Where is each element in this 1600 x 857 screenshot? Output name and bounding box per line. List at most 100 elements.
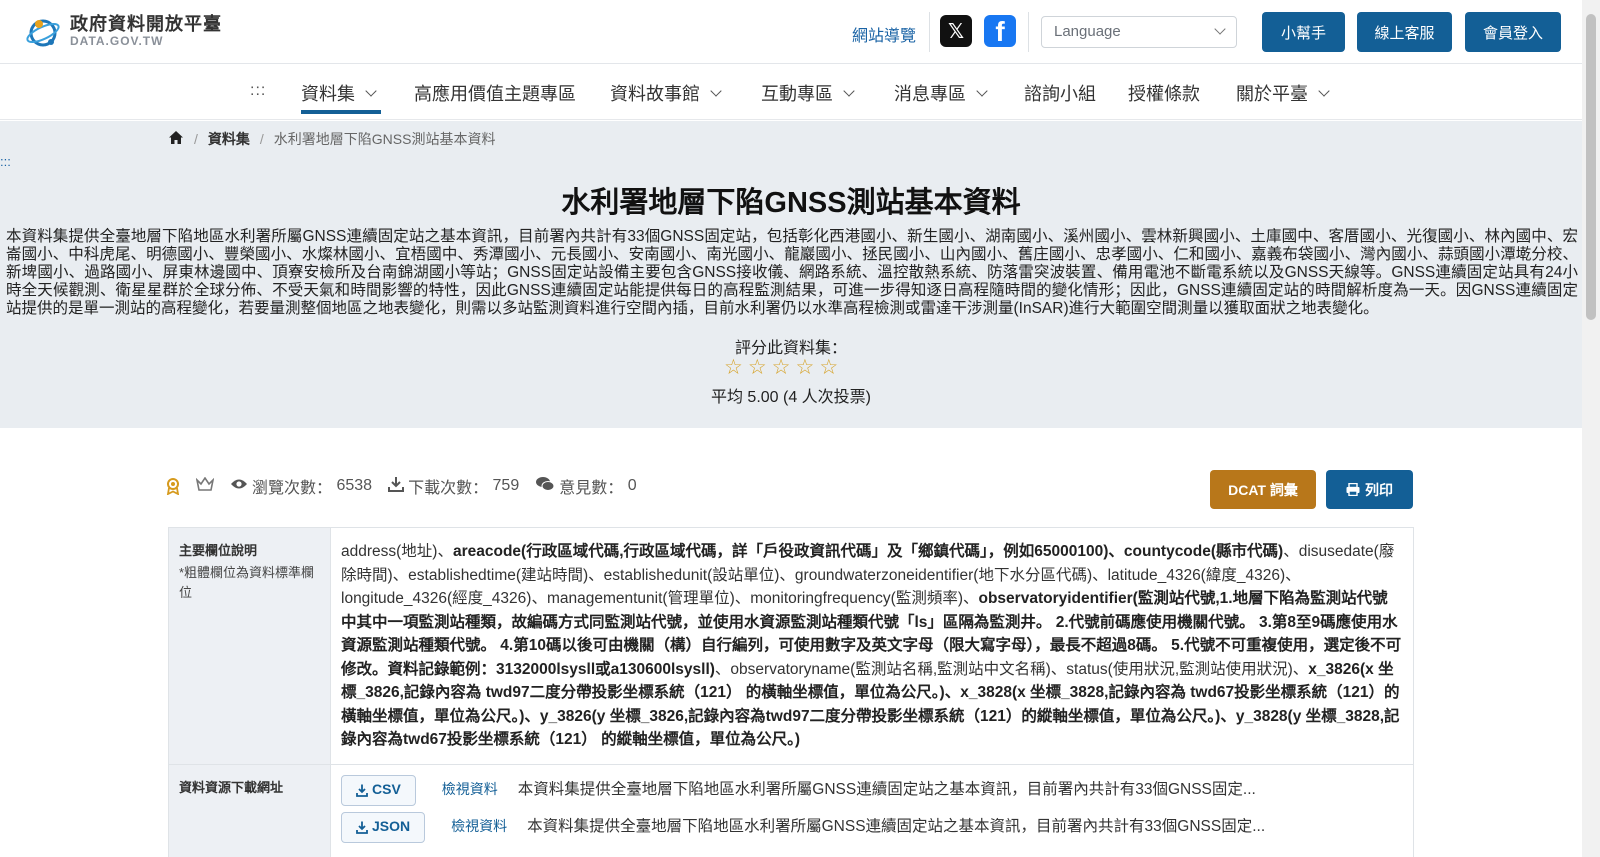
- fields-header: 主要欄位說明: [179, 543, 258, 558]
- breadcrumb-datasets[interactable]: 資料集: [208, 129, 250, 149]
- fields-content: address(地址)、areacode(行政區域代碼,行政區域代碼，詳「戶役政…: [331, 528, 1413, 764]
- content-accesskey[interactable]: :::: [0, 154, 11, 169]
- rating-stars[interactable]: ☆ ☆ ☆ ☆ ☆: [724, 356, 838, 380]
- rate-label: 評分此資料集：: [734, 340, 847, 357]
- rating-star-icon[interactable]: ☆: [748, 356, 767, 380]
- rating-average: 平均 5.00 (4 人次投票): [710, 389, 872, 406]
- dataset-hero: / 資料集 / 水利署地層下陷GNSS測站基本資料 ::: 水利署地層下陷GNS…: [0, 121, 1582, 428]
- download-icon: [388, 476, 405, 497]
- language-select[interactable]: Language: [1041, 16, 1237, 48]
- chevron-down-icon: [1318, 84, 1330, 97]
- member-login-button[interactable]: 會員登入: [1465, 12, 1561, 52]
- nav-item-high-value[interactable]: 高應用價值主題專區: [414, 80, 576, 106]
- list-item: JSON 檢視資料 本資料集提供全臺地層下陷地區水利署所屬GNSS連續固定站之基…: [341, 811, 1403, 843]
- dataset-stats: 瀏覽次數： 6538 下載次數： 759 意見數： 0: [166, 474, 653, 498]
- view-data-link[interactable]: 檢視資料: [451, 815, 507, 839]
- download-count-value: 759: [492, 477, 520, 494]
- nav-item-datasets[interactable]: 資料集: [301, 80, 377, 106]
- download-list: CSV 檢視資料 本資料集提供全臺地層下陷地區水利署所屬GNSS連續固定站之基本…: [331, 765, 1413, 857]
- nav-label: 高應用價值主題專區: [414, 84, 576, 104]
- view-count-value: 6538: [336, 477, 373, 494]
- comment-count: 意見數： 0: [535, 474, 637, 498]
- eye-icon: [230, 477, 248, 495]
- download-csv-button[interactable]: CSV: [341, 774, 416, 806]
- breadcrumb: / 資料集 / 水利署地層下陷GNSS測站基本資料: [168, 129, 495, 149]
- chevron-down-icon: [710, 84, 722, 97]
- file-format-label: CSV: [372, 781, 401, 798]
- facebook-icon[interactable]: f: [984, 15, 1016, 47]
- scrollbar-thumb[interactable]: [1586, 14, 1596, 320]
- chevron-down-icon: [976, 84, 988, 97]
- nav-label: 資料故事館: [610, 84, 700, 104]
- nav-item-advisory[interactable]: 諮詢小組: [1024, 80, 1096, 106]
- standard-field-text: areacode(行政區域代碼,行政區域代碼，詳「戶役政資訊代碼」及「鄉鎮代碼」…: [452, 543, 1284, 560]
- breadcrumb-separator: /: [194, 131, 198, 147]
- site-logo[interactable]: 政府資料開放平臺 DATA.GOV.TW: [24, 12, 222, 50]
- dataset-description: 本資料集提供全臺地層下陷地區水利署所屬GNSS連續固定站之基本資訊，目前署內共計…: [6, 228, 1578, 317]
- nav-label: 授權條款: [1128, 84, 1200, 104]
- home-icon[interactable]: [168, 130, 184, 148]
- table-header-cell: 資料資源下載網址: [169, 764, 331, 857]
- main-nav: ::: 資料集 高應用價值主題專區 資料故事館 互動專區 消息專區 諮詢小組 授…: [0, 64, 1582, 120]
- table-header-cell: 主要欄位說明 *粗體欄位為資料標準欄位: [169, 528, 331, 764]
- nav-item-about[interactable]: 關於平臺: [1236, 80, 1330, 106]
- download-icon: [356, 821, 368, 834]
- language-select-value: Language: [1054, 23, 1121, 40]
- fields-note: *粗體欄位為資料標準欄位: [179, 565, 315, 600]
- printer-icon: [1346, 483, 1360, 496]
- page-title: 水利署地層下陷GNSS測站基本資料: [561, 187, 1021, 219]
- rating-star-icon[interactable]: ☆: [795, 356, 814, 380]
- file-format-label: JSON: [372, 818, 411, 835]
- download-count: 下載次數： 759: [388, 474, 519, 498]
- print-button[interactable]: 列印: [1326, 470, 1413, 509]
- nav-label: 互動專區: [761, 84, 833, 104]
- resource-description: 本資料集提供全臺地層下陷地區水利署所屬GNSS連續固定站之基本資訊，目前署內共計…: [517, 781, 1256, 799]
- site-header: 政府資料開放平臺 DATA.GOV.TW 網站導覽 𝕏 f Language 小…: [0, 0, 1582, 64]
- table-row: 主要欄位說明 *粗體欄位為資料標準欄位 address(地址)、areacode…: [169, 528, 1413, 765]
- download-json-button[interactable]: JSON: [341, 811, 426, 843]
- field-text: address(地址)、: [341, 543, 453, 560]
- logo-subtitle: DATA.GOV.TW: [70, 34, 164, 48]
- nav-item-interactive[interactable]: 互動專區: [761, 80, 855, 106]
- nav-label: 資料集: [301, 84, 355, 104]
- field-text: 、observatoryname(監測站名稱,監測站中文名稱)、status(使…: [714, 660, 1309, 678]
- breadcrumb-separator: /: [259, 131, 264, 147]
- rating-star-icon[interactable]: ☆: [724, 356, 743, 380]
- divider: [929, 12, 930, 52]
- comments-icon: [535, 476, 555, 497]
- rating-star-icon[interactable]: ☆: [819, 356, 838, 380]
- resource-description: 本資料集提供全臺地層下陷地區水利署所屬GNSS連續固定站之基本資訊，目前署內共計…: [527, 818, 1266, 836]
- comment-count-label: 意見數：: [559, 480, 624, 497]
- nav-label: 關於平臺: [1236, 84, 1308, 104]
- rating-star-icon[interactable]: ☆: [772, 356, 791, 380]
- comment-count-value: 0: [627, 477, 637, 494]
- logo-title: 政府資料開放平臺: [70, 14, 222, 34]
- view-count-label: 瀏覽次數：: [252, 480, 333, 497]
- download-icon: [356, 784, 368, 797]
- award-badge-icon: [166, 478, 180, 496]
- divider: [1028, 12, 1029, 52]
- download-count-label: 下載次數：: [408, 480, 489, 497]
- nav-item-license[interactable]: 授權條款: [1128, 80, 1200, 106]
- table-row: 資料資源下載網址 CSV 檢視資料 本資料集提供全臺地層下陷地區水利署所屬GNS…: [169, 764, 1413, 857]
- dcat-vocabulary-button[interactable]: DCAT 詞彙: [1210, 470, 1316, 509]
- chevron-down-icon: [1214, 23, 1226, 35]
- list-item: CSV 檢視資料 本資料集提供全臺地層下陷地區水利署所屬GNSS連續固定站之基本…: [341, 774, 1403, 806]
- print-label: 列印: [1365, 481, 1393, 498]
- nav-item-stories[interactable]: 資料故事館: [610, 80, 722, 106]
- breadcrumb-current: 水利署地層下陷GNSS測站基本資料: [273, 131, 496, 147]
- dataset-info-table: 主要欄位說明 *粗體欄位為資料標準欄位 address(地址)、areacode…: [168, 527, 1414, 857]
- online-support-button[interactable]: 線上客服: [1357, 12, 1452, 52]
- x-twitter-icon[interactable]: 𝕏: [940, 15, 972, 47]
- nav-accesskey[interactable]: :::: [250, 82, 266, 100]
- nav-item-news[interactable]: 消息專區: [894, 80, 988, 106]
- nav-active-indicator: [301, 110, 381, 114]
- chevron-down-icon: [843, 84, 855, 97]
- page-scrollbar[interactable]: [1582, 0, 1600, 857]
- view-count: 瀏覽次數： 6538: [230, 474, 372, 498]
- view-data-link[interactable]: 檢視資料: [442, 778, 498, 802]
- sitemap-link[interactable]: 網站導覽: [852, 22, 916, 46]
- crown-icon: [195, 476, 215, 496]
- helper-button[interactable]: 小幫手: [1262, 12, 1345, 52]
- nav-label: 消息專區: [894, 84, 966, 104]
